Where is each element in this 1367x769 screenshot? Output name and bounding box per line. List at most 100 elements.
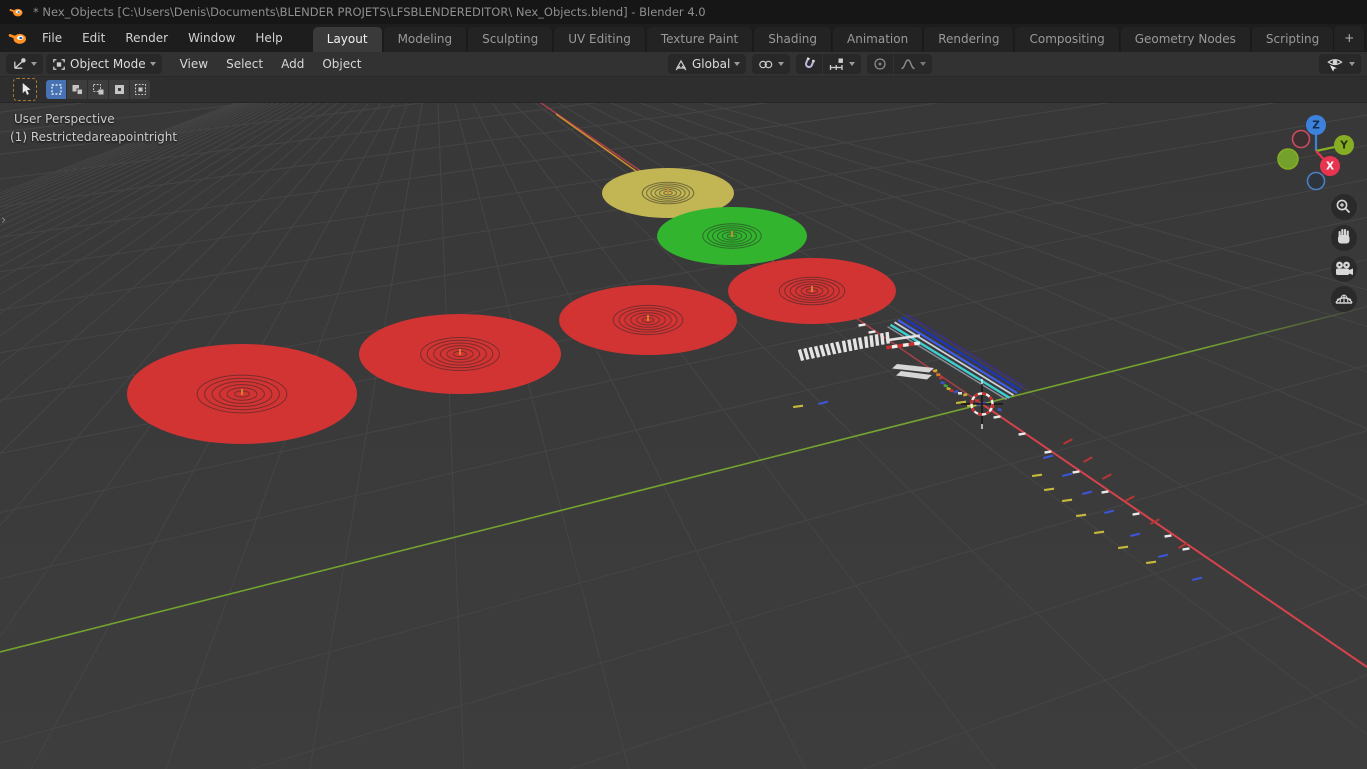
gizmo-axis-ball[interactable] — [1306, 171, 1326, 191]
fence-post[interactable] — [819, 344, 826, 357]
gizmo-axis-ball[interactable] — [1291, 129, 1311, 149]
chevron-down-icon — [149, 62, 156, 66]
small-mesh-object[interactable] — [939, 376, 944, 380]
marker-dash-red[interactable] — [1102, 473, 1112, 480]
menubar-menu-help[interactable]: Help — [245, 27, 292, 49]
fence-post[interactable] — [885, 331, 890, 344]
marker-dash-blue[interactable] — [1061, 472, 1073, 478]
x-axis-line-near — [981, 403, 1367, 668]
viewport-menu-object[interactable]: Object — [313, 54, 370, 74]
fence-post[interactable] — [880, 333, 885, 345]
marker-dash-blue[interactable] — [1042, 454, 1054, 460]
grid-line — [638, 103, 1367, 373]
tab-compositing[interactable]: Compositing — [1015, 27, 1120, 52]
proportional-edit-toggle[interactable] — [867, 54, 894, 74]
select-mode-invert[interactable] — [109, 80, 129, 99]
grid-line — [512, 103, 1197, 769]
grid-line — [454, 103, 630, 769]
falloff-curve-icon — [901, 59, 915, 70]
fence-post[interactable] — [813, 345, 821, 358]
fence-post[interactable] — [847, 339, 853, 352]
tab-shading[interactable]: Shading — [754, 27, 832, 52]
small-mesh-object[interactable] — [949, 389, 954, 393]
fence-post[interactable] — [824, 343, 832, 356]
tab-sculpting[interactable]: Sculpting — [468, 27, 554, 52]
viewport-menu-select[interactable]: Select — [217, 54, 272, 74]
marker-dash-yellow[interactable] — [1146, 560, 1157, 565]
viewport-menu-add[interactable]: Add — [272, 54, 313, 74]
small-mesh-object[interactable] — [963, 393, 968, 397]
proportional-edit-icon — [874, 58, 886, 70]
marker-dash-yellow[interactable] — [1044, 487, 1055, 492]
viewport-header: Object Mode View Select Add Object Global — [0, 52, 1367, 77]
3d-viewport[interactable]: ZYX › User Perspective (1) Restrictedare… — [0, 103, 1367, 769]
menubar-menu-render[interactable]: Render — [115, 27, 178, 49]
tab-geometry-nodes[interactable]: Geometry Nodes — [1120, 27, 1251, 52]
menubar-menu-file[interactable]: File — [32, 27, 72, 49]
marker-dash-blue[interactable] — [1158, 553, 1169, 559]
small-mesh-object[interactable] — [933, 369, 938, 373]
select-mode-extend[interactable] — [67, 80, 87, 99]
fence-post[interactable] — [874, 334, 880, 346]
fence-post[interactable] — [803, 347, 810, 360]
marker-dash-red[interactable] — [1083, 456, 1093, 463]
viewport-menu-view[interactable]: View — [171, 54, 217, 74]
nav-button-zoom[interactable] — [1331, 194, 1357, 220]
eye-cursor-icon — [1327, 59, 1343, 72]
camera-icon — [1345, 263, 1348, 267]
proportional-falloff-selector[interactable] — [894, 54, 933, 74]
scene-canvas[interactable]: Z YX — [0, 103, 1367, 769]
snap-settings[interactable] — [823, 54, 862, 74]
mode-selector[interactable]: Object Mode — [46, 54, 162, 74]
tab-texture-paint[interactable]: Texture Paint — [646, 27, 754, 52]
marker-dash-red[interactable] — [1063, 438, 1073, 445]
sidebar-toggle[interactable]: › — [1, 213, 6, 228]
barrier-stripe — [897, 343, 904, 348]
small-mesh-object[interactable] — [997, 407, 1002, 412]
pivot-point-selector[interactable] — [752, 54, 791, 74]
fence-post[interactable] — [808, 346, 815, 359]
select-mode-subtract[interactable] — [88, 80, 108, 99]
viewport-header-right — [1319, 54, 1361, 74]
transform-orientation-selector[interactable]: Global — [668, 54, 747, 74]
marker-dash-blue[interactable] — [1129, 532, 1141, 538]
small-mesh-object[interactable] — [954, 390, 959, 394]
small-mesh-object[interactable] — [940, 380, 945, 385]
workspace-tabs: Layout Modeling Sculpting UV Editing Texture… — [312, 24, 1335, 52]
fence-post[interactable] — [863, 336, 869, 349]
fence-post[interactable] — [829, 342, 837, 355]
object-visibility-selector[interactable] — [1319, 54, 1361, 74]
select-mode-intersect[interactable] — [130, 80, 150, 99]
ground-panel[interactable] — [896, 371, 932, 380]
tab-rendering[interactable]: Rendering — [924, 27, 1015, 52]
tab-modeling[interactable]: Modeling — [383, 27, 468, 52]
small-mesh-object[interactable] — [958, 392, 962, 395]
axis-tick-marker — [1072, 470, 1080, 474]
grid-line — [309, 103, 423, 769]
editor-type-selector[interactable] — [6, 54, 43, 74]
menubar: File Edit Render Window Help Layout Modeling S… — [0, 24, 1367, 52]
marker-dash-blue[interactable] — [1191, 576, 1203, 582]
menubar-menu-edit[interactable]: Edit — [72, 27, 115, 49]
active-tool-select-box[interactable] — [13, 78, 37, 101]
gizmo-axis-ball[interactable] — [1277, 148, 1299, 170]
fence-post[interactable] — [835, 341, 842, 354]
tab-layout[interactable]: Layout — [312, 27, 383, 52]
tab-animation[interactable]: Animation — [833, 27, 924, 52]
menubar-menu-window[interactable]: Window — [178, 27, 245, 49]
marker-dash-yellow[interactable] — [793, 404, 804, 409]
fence-post[interactable] — [797, 349, 805, 361]
fence-post[interactable] — [869, 335, 874, 347]
tab-uv-editing[interactable]: UV Editing — [554, 27, 646, 52]
marker-dash-blue[interactable] — [1081, 490, 1093, 496]
marker-dash-yellow[interactable] — [1032, 473, 1043, 478]
snap-toggle[interactable] — [796, 54, 823, 74]
blender-logo-icon[interactable] — [8, 30, 28, 46]
fence-post[interactable] — [857, 337, 864, 350]
select-mode-set[interactable] — [46, 80, 66, 99]
add-workspace-button[interactable]: + — [1334, 25, 1366, 51]
marker-dash-yellow[interactable] — [1062, 498, 1073, 503]
small-mesh-object[interactable] — [943, 383, 948, 388]
tab-scripting[interactable]: Scripting — [1251, 27, 1335, 52]
fence-post[interactable] — [841, 340, 848, 353]
